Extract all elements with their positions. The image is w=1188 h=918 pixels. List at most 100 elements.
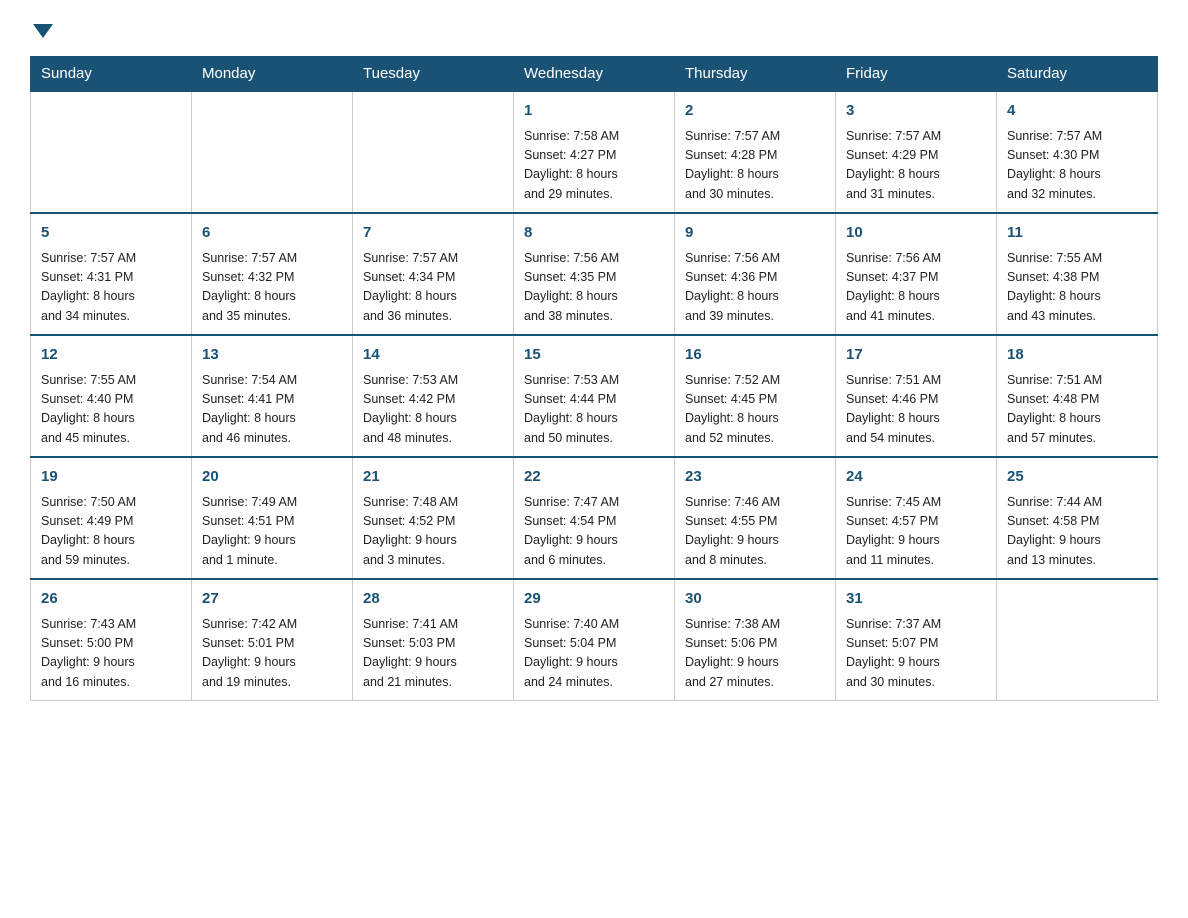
- calendar-cell: 1 Sunrise: 7:58 AM Sunset: 4:27 PM Daylig…: [514, 91, 675, 213]
- day-info: Sunrise: 7:46 AM Sunset: 4:55 PM Dayligh…: [685, 493, 825, 571]
- calendar-header-friday: Friday: [836, 57, 997, 92]
- day-number: 14: [363, 344, 503, 367]
- day-number: 11: [1007, 222, 1147, 245]
- calendar-cell: 5 Sunrise: 7:57 AM Sunset: 4:31 PM Daylig…: [31, 213, 192, 335]
- day-info: Sunrise: 7:43 AM Sunset: 5:00 PM Dayligh…: [41, 615, 181, 693]
- day-info: Sunrise: 7:57 AM Sunset: 4:30 PM Dayligh…: [1007, 127, 1147, 205]
- day-info: Sunrise: 7:54 AM Sunset: 4:41 PM Dayligh…: [202, 371, 342, 449]
- day-info: Sunrise: 7:57 AM Sunset: 4:31 PM Dayligh…: [41, 249, 181, 327]
- calendar-cell: 6 Sunrise: 7:57 AM Sunset: 4:32 PM Daylig…: [192, 213, 353, 335]
- day-info: Sunrise: 7:44 AM Sunset: 4:58 PM Dayligh…: [1007, 493, 1147, 571]
- day-number: 31: [846, 588, 986, 611]
- day-number: 30: [685, 588, 825, 611]
- day-number: 16: [685, 344, 825, 367]
- day-number: 15: [524, 344, 664, 367]
- calendar-header-thursday: Thursday: [675, 57, 836, 92]
- calendar-cell: 22 Sunrise: 7:47 AM Sunset: 4:54 PM Dayli…: [514, 457, 675, 579]
- calendar-table: SundayMondayTuesdayWednesdayThursdayFrid…: [30, 56, 1158, 701]
- calendar-cell: [31, 91, 192, 213]
- day-info: Sunrise: 7:51 AM Sunset: 4:46 PM Dayligh…: [846, 371, 986, 449]
- calendar-cell: 31Sunrise: 7:37 AM Sunset: 5:07 PM Dayli…: [836, 579, 997, 701]
- day-number: 5: [41, 222, 181, 245]
- calendar-week-row: 1 Sunrise: 7:58 AM Sunset: 4:27 PM Daylig…: [31, 91, 1158, 213]
- header: [30, 20, 1158, 38]
- day-number: 7: [363, 222, 503, 245]
- day-number: 29: [524, 588, 664, 611]
- calendar-cell: 21 Sunrise: 7:48 AM Sunset: 4:52 PM Dayli…: [353, 457, 514, 579]
- day-info: Sunrise: 7:49 AM Sunset: 4:51 PM Dayligh…: [202, 493, 342, 571]
- day-number: 12: [41, 344, 181, 367]
- day-info: Sunrise: 7:40 AM Sunset: 5:04 PM Dayligh…: [524, 615, 664, 693]
- calendar-cell: 12 Sunrise: 7:55 AM Sunset: 4:40 PM Dayli…: [31, 335, 192, 457]
- day-number: 4: [1007, 100, 1147, 123]
- day-number: 22: [524, 466, 664, 489]
- day-info: Sunrise: 7:45 AM Sunset: 4:57 PM Dayligh…: [846, 493, 986, 571]
- calendar-cell: 7Sunrise: 7:57 AM Sunset: 4:34 PM Daylig…: [353, 213, 514, 335]
- day-info: Sunrise: 7:53 AM Sunset: 4:42 PM Dayligh…: [363, 371, 503, 449]
- day-info: Sunrise: 7:50 AM Sunset: 4:49 PM Dayligh…: [41, 493, 181, 571]
- calendar-header-tuesday: Tuesday: [353, 57, 514, 92]
- day-number: 10: [846, 222, 986, 245]
- day-number: 18: [1007, 344, 1147, 367]
- calendar-cell: 28 Sunrise: 7:41 AM Sunset: 5:03 PM Dayli…: [353, 579, 514, 701]
- calendar-header-row: SundayMondayTuesdayWednesdayThursdayFrid…: [31, 57, 1158, 92]
- calendar-header-wednesday: Wednesday: [514, 57, 675, 92]
- calendar-week-row: 5 Sunrise: 7:57 AM Sunset: 4:31 PM Daylig…: [31, 213, 1158, 335]
- calendar-cell: 27 Sunrise: 7:42 AM Sunset: 5:01 PM Dayli…: [192, 579, 353, 701]
- calendar-cell: 18Sunrise: 7:51 AM Sunset: 4:48 PM Dayli…: [997, 335, 1158, 457]
- calendar-cell: [192, 91, 353, 213]
- day-info: Sunrise: 7:53 AM Sunset: 4:44 PM Dayligh…: [524, 371, 664, 449]
- calendar-week-row: 19 Sunrise: 7:50 AM Sunset: 4:49 PM Dayli…: [31, 457, 1158, 579]
- day-info: Sunrise: 7:55 AM Sunset: 4:40 PM Dayligh…: [41, 371, 181, 449]
- day-number: 27: [202, 588, 342, 611]
- day-number: 6: [202, 222, 342, 245]
- day-info: Sunrise: 7:56 AM Sunset: 4:36 PM Dayligh…: [685, 249, 825, 327]
- day-number: 23: [685, 466, 825, 489]
- day-info: Sunrise: 7:55 AM Sunset: 4:38 PM Dayligh…: [1007, 249, 1147, 327]
- day-number: 24: [846, 466, 986, 489]
- calendar-cell: 13 Sunrise: 7:54 AM Sunset: 4:41 PM Dayli…: [192, 335, 353, 457]
- calendar-cell: 9 Sunrise: 7:56 AM Sunset: 4:36 PM Daylig…: [675, 213, 836, 335]
- day-number: 9: [685, 222, 825, 245]
- calendar-cell: 24 Sunrise: 7:45 AM Sunset: 4:57 PM Dayli…: [836, 457, 997, 579]
- calendar-cell: 3Sunrise: 7:57 AM Sunset: 4:29 PM Daylig…: [836, 91, 997, 213]
- calendar-cell: 30 Sunrise: 7:38 AM Sunset: 5:06 PM Dayli…: [675, 579, 836, 701]
- day-number: 19: [41, 466, 181, 489]
- day-info: Sunrise: 7:38 AM Sunset: 5:06 PM Dayligh…: [685, 615, 825, 693]
- calendar-cell: 19 Sunrise: 7:50 AM Sunset: 4:49 PM Dayli…: [31, 457, 192, 579]
- day-number: 13: [202, 344, 342, 367]
- calendar-cell: 10 Sunrise: 7:56 AM Sunset: 4:37 PM Dayli…: [836, 213, 997, 335]
- day-info: Sunrise: 7:57 AM Sunset: 4:32 PM Dayligh…: [202, 249, 342, 327]
- calendar-cell: 16 Sunrise: 7:52 AM Sunset: 4:45 PM Dayli…: [675, 335, 836, 457]
- day-number: 28: [363, 588, 503, 611]
- calendar-week-row: 12 Sunrise: 7:55 AM Sunset: 4:40 PM Dayli…: [31, 335, 1158, 457]
- calendar-cell: 29 Sunrise: 7:40 AM Sunset: 5:04 PM Dayli…: [514, 579, 675, 701]
- day-info: Sunrise: 7:48 AM Sunset: 4:52 PM Dayligh…: [363, 493, 503, 571]
- calendar-cell: 15 Sunrise: 7:53 AM Sunset: 4:44 PM Dayli…: [514, 335, 675, 457]
- calendar-cell: 23 Sunrise: 7:46 AM Sunset: 4:55 PM Dayli…: [675, 457, 836, 579]
- calendar-header-monday: Monday: [192, 57, 353, 92]
- day-info: Sunrise: 7:57 AM Sunset: 4:28 PM Dayligh…: [685, 127, 825, 205]
- logo: [30, 20, 53, 38]
- calendar-cell: 11 Sunrise: 7:55 AM Sunset: 4:38 PM Dayli…: [997, 213, 1158, 335]
- day-info: Sunrise: 7:52 AM Sunset: 4:45 PM Dayligh…: [685, 371, 825, 449]
- day-number: 17: [846, 344, 986, 367]
- calendar-cell: 14 Sunrise: 7:53 AM Sunset: 4:42 PM Dayli…: [353, 335, 514, 457]
- day-number: 21: [363, 466, 503, 489]
- day-number: 8: [524, 222, 664, 245]
- calendar-cell: [353, 91, 514, 213]
- day-info: Sunrise: 7:47 AM Sunset: 4:54 PM Dayligh…: [524, 493, 664, 571]
- day-info: Sunrise: 7:58 AM Sunset: 4:27 PM Dayligh…: [524, 127, 664, 205]
- logo-arrow-icon: [33, 24, 53, 38]
- day-number: 2: [685, 100, 825, 123]
- day-number: 26: [41, 588, 181, 611]
- day-info: Sunrise: 7:41 AM Sunset: 5:03 PM Dayligh…: [363, 615, 503, 693]
- calendar-week-row: 26 Sunrise: 7:43 AM Sunset: 5:00 PM Dayli…: [31, 579, 1158, 701]
- day-number: 3: [846, 100, 986, 123]
- day-info: Sunrise: 7:42 AM Sunset: 5:01 PM Dayligh…: [202, 615, 342, 693]
- calendar-cell: 26 Sunrise: 7:43 AM Sunset: 5:00 PM Dayli…: [31, 579, 192, 701]
- day-info: Sunrise: 7:56 AM Sunset: 4:37 PM Dayligh…: [846, 249, 986, 327]
- day-number: 25: [1007, 466, 1147, 489]
- calendar-cell: [997, 579, 1158, 701]
- day-number: 1: [524, 100, 664, 123]
